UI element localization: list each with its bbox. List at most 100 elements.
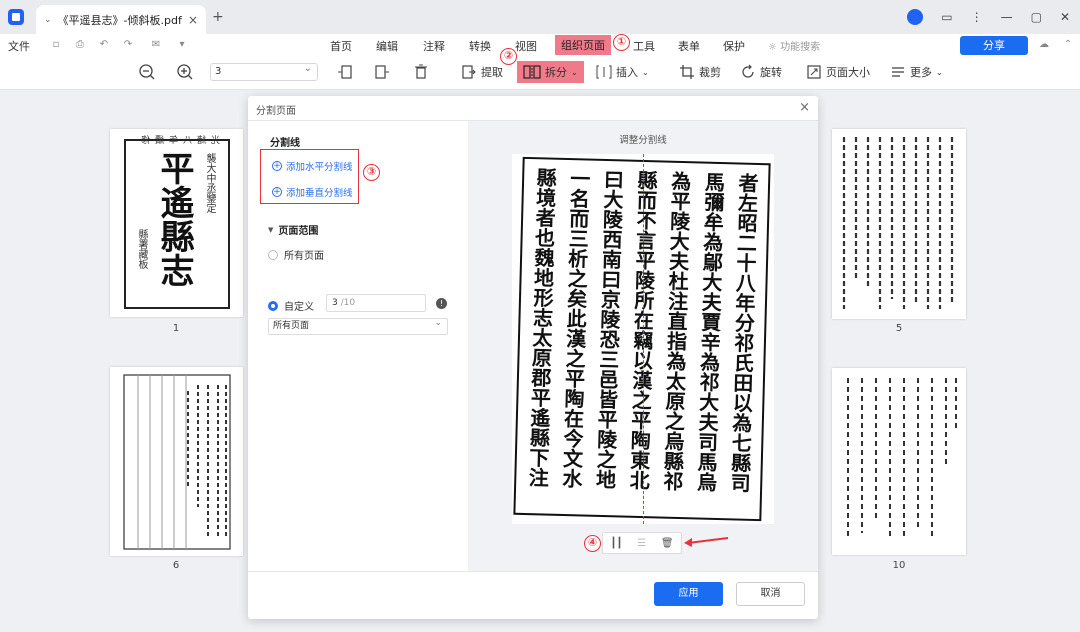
undo-icon[interactable]: ↶ xyxy=(98,39,110,50)
close-tab-icon[interactable]: × xyxy=(188,13,198,27)
horizontal-line-icon[interactable]: ☰ xyxy=(637,538,646,549)
crop-button[interactable]: 裁剪 xyxy=(679,62,721,82)
plus-circle-icon: + xyxy=(272,161,282,171)
extract-icon xyxy=(462,65,476,79)
feature-search[interactable]: ☼ 功能搜索 xyxy=(768,38,820,53)
cancel-button[interactable]: 取消 xyxy=(736,582,805,606)
annotation-arrow xyxy=(684,537,729,547)
info-icon[interactable]: ! xyxy=(436,298,447,309)
share-button[interactable]: 分享 xyxy=(960,36,1028,55)
redo-icon[interactable]: ↷ xyxy=(122,39,134,50)
split-dropdown-icon: ⌄ xyxy=(571,67,578,77)
menu-bar: 文件 ▫ ⎙ ↶ ↷ ✉ ▾ 首页 编辑 注释 转换 视图 组织页面 工具 表单… xyxy=(0,34,1080,56)
menu-tools[interactable]: 工具 xyxy=(633,38,655,54)
trash-icon xyxy=(415,64,427,79)
vertical-split-line[interactable] xyxy=(643,154,644,524)
crop-label: 裁剪 xyxy=(699,66,721,79)
minimize-icon[interactable]: — xyxy=(1001,10,1013,24)
mail-icon[interactable]: ✉ xyxy=(150,39,162,50)
delete-line-icon[interactable]: 🗑 xyxy=(661,538,674,549)
page-thumbnail-10[interactable] xyxy=(832,368,966,555)
menu-organize-pages[interactable]: 组织页面 xyxy=(555,35,611,55)
insert-label: 插入 xyxy=(616,66,638,79)
menu-home[interactable]: 首页 xyxy=(330,38,352,54)
more-menu-icon[interactable]: ⋮ xyxy=(971,10,983,24)
add-vertical-line-button[interactable]: + 添加垂直分割线 xyxy=(272,185,353,199)
feature-search-label: 功能搜索 xyxy=(780,42,821,53)
more-dropdown-icon: ⌄ xyxy=(936,67,943,77)
page-range-section[interactable]: ▼ 页面范围 xyxy=(268,222,318,238)
insert-dropdown-icon: ⌄ xyxy=(642,67,649,77)
menu-forms[interactable]: 表单 xyxy=(678,38,700,54)
delete-page-button[interactable] xyxy=(412,62,430,82)
step-2-marker: ② xyxy=(500,48,517,65)
crop-icon xyxy=(680,65,694,79)
feedback-icon[interactable]: ▭ xyxy=(941,10,952,24)
page-size-label: 页面大小 xyxy=(826,66,870,79)
split-icon xyxy=(523,65,541,79)
page-thumbnail-5[interactable] xyxy=(832,129,966,319)
page-size-icon xyxy=(807,65,821,79)
maximize-icon[interactable]: ▢ xyxy=(1031,10,1042,24)
close-window-icon[interactable]: ✕ xyxy=(1060,10,1070,24)
zoom-in-button[interactable] xyxy=(176,62,194,82)
dialog-options-panel: 分割线 + 添加水平分割线 + 添加垂直分割线 ③ ▼ 页面范围 所有页面 自定… xyxy=(248,121,468,571)
menu-convert[interactable]: 转换 xyxy=(469,38,491,54)
insert-after-button[interactable] xyxy=(373,62,391,82)
rotate-icon xyxy=(742,64,754,78)
radio-all-pages[interactable]: 所有页面 xyxy=(268,247,324,262)
new-tab-icon[interactable]: + xyxy=(212,9,224,25)
thumb-small-text: 襲大中丞鑒定 xyxy=(204,153,215,213)
close-icon[interactable]: × xyxy=(799,100,810,115)
extract-label: 提取 xyxy=(481,66,503,79)
customize-icon[interactable]: ▾ xyxy=(176,39,188,50)
add-horizontal-line-button[interactable]: + 添加水平分割线 xyxy=(272,159,353,173)
step-3-marker: ③ xyxy=(363,164,380,181)
radio-selected-icon xyxy=(268,300,278,311)
page-thumbnail-6[interactable] xyxy=(110,367,243,556)
page-scope-select[interactable]: 所有页面 xyxy=(268,316,448,335)
split-lines-heading: 分割线 xyxy=(270,138,300,149)
apply-button[interactable]: 应用 xyxy=(654,582,723,606)
collapse-ribbon-icon[interactable]: ⌃ xyxy=(1062,39,1074,50)
menu-view[interactable]: 视图 xyxy=(515,38,537,54)
account-icon[interactable] xyxy=(907,9,924,25)
more-button[interactable]: 更多 ⌄ xyxy=(890,62,943,82)
split-label: 拆分 xyxy=(545,66,567,79)
page-thumbnail-1[interactable]: 光緒八年續修 平遙縣志 襲大中丞鑒定 縣署藏板 xyxy=(110,129,243,317)
page-select[interactable]: 3 xyxy=(210,61,318,81)
menu-annotate[interactable]: 注释 xyxy=(423,38,445,54)
menu-protect[interactable]: 保护 xyxy=(723,38,745,54)
rotate-button[interactable]: 旋转 xyxy=(740,62,782,82)
split-button[interactable]: 拆分 ⌄ xyxy=(517,61,584,83)
add-vertical-label: 添加垂直分割线 xyxy=(286,188,353,199)
plus-circle-icon: + xyxy=(272,187,282,197)
text-column: 馬彌牟為鄔大夫賈辛為祁大夫司馬烏 xyxy=(693,171,726,493)
vertical-line-icon[interactable]: ┃┃ xyxy=(610,538,622,549)
page-preview[interactable]: 者左昭二十八年分祁氏田以為七縣司 馬彌牟為鄔大夫賈辛為祁大夫司馬烏 為平陵大夫杜… xyxy=(512,154,774,524)
zoom-out-button[interactable] xyxy=(138,62,156,82)
title-bar: ⌄ 《平遥县志》-倾斜板.pdf × + ▭ ⋮ — ▢ ✕ xyxy=(0,0,1080,34)
document-tab[interactable]: ⌄ 《平遥县志》-倾斜板.pdf × xyxy=(36,5,206,34)
menu-edit[interactable]: 编辑 xyxy=(376,38,398,54)
file-menu[interactable]: 文件 xyxy=(8,38,30,54)
text-column: 曰大陵西南曰京陵恐三邑皆平陵之地 xyxy=(592,168,625,490)
insert-before-button[interactable] xyxy=(336,62,354,82)
page-5-text-image xyxy=(842,137,954,309)
app-logo-icon xyxy=(8,9,24,25)
page-size-button[interactable]: 页面大小 xyxy=(806,62,870,82)
range-total: /10 xyxy=(340,298,356,308)
more-icon xyxy=(892,67,904,77)
split-page-dialog: 分割页面 × 分割线 + 添加水平分割线 + 添加垂直分割线 ③ ▼ 页面范围 … xyxy=(248,96,818,619)
print-icon[interactable]: ⎙ xyxy=(74,39,86,50)
page-10-text-image xyxy=(847,378,957,538)
page-number: 10 xyxy=(892,560,906,571)
text-column: 縣而不言平陵所在竊以漢之平陶東北 xyxy=(626,169,659,491)
save-icon[interactable]: ▫ xyxy=(50,39,62,50)
custom-range-input[interactable]: 3 /10 xyxy=(326,294,426,312)
extract-button[interactable]: 提取 xyxy=(461,62,503,82)
tab-dropdown-icon[interactable]: ⌄ xyxy=(44,15,52,25)
insert-button[interactable]: 插入 ⌄ xyxy=(596,62,649,82)
radio-custom[interactable]: 自定义 xyxy=(268,298,314,313)
cloud-upload-icon[interactable]: ☁ xyxy=(1038,39,1050,50)
